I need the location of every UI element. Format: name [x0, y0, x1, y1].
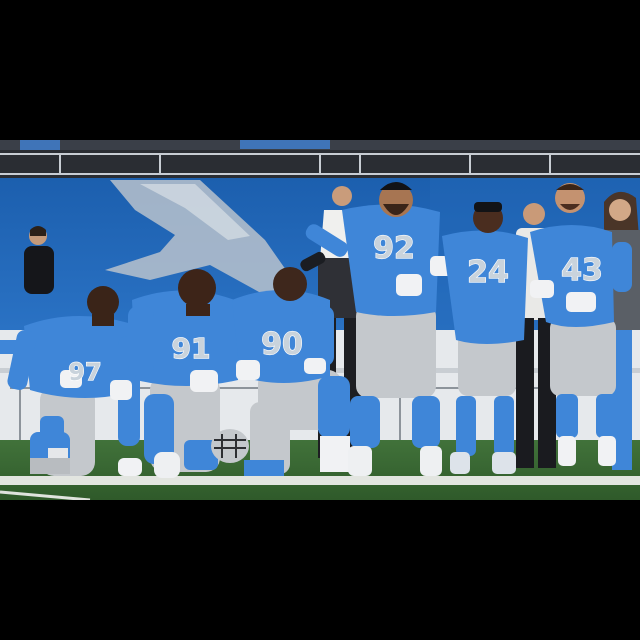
helmet-on-field: [211, 429, 249, 463]
sideline-paint: [0, 476, 640, 485]
jersey-number-24: 24: [467, 255, 509, 290]
team-photo: 97 91 90 92 24 43: [0, 140, 640, 500]
jersey-number-92: 92: [373, 231, 415, 266]
jersey-number-97: 97: [68, 358, 101, 386]
jersey-number-90: 90: [261, 327, 303, 362]
jersey-number-91: 91: [172, 332, 211, 365]
jersey-number-43: 43: [561, 253, 603, 288]
